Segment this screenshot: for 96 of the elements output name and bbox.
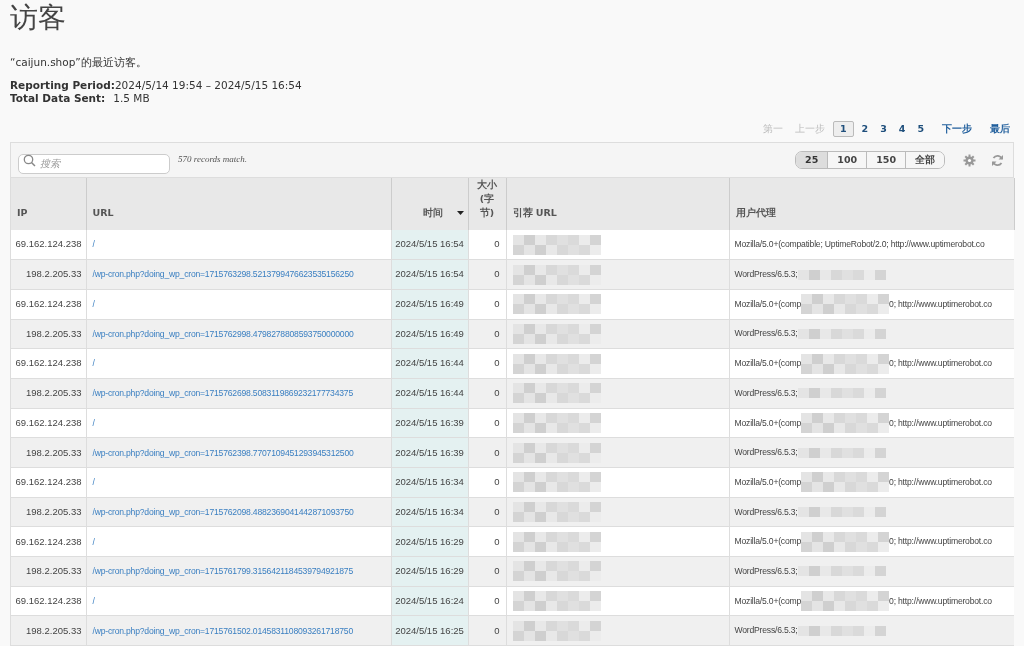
page-subtitle: “caijun.shop”的最近访客。 (10, 56, 147, 68)
visit-time: 2024/5/15 16:54 (395, 268, 464, 280)
visit-time: 2024/5/15 16:24 (395, 594, 464, 606)
url-link[interactable]: /wp-cron.php?doing_wp_cron=1715762398.7707109451293945312500 (92, 447, 354, 458)
visit-time: 2024/5/15 16:49 (395, 327, 464, 339)
url-link[interactable]: / (92, 477, 95, 488)
size-bytes: 0 (494, 535, 500, 547)
user-agent: 0; http://www.uptimerobot.co (889, 416, 992, 430)
ip-address: 69.162.124.238 (15, 298, 82, 310)
size-bytes: 0 (494, 594, 500, 606)
refresh-icon[interactable] (991, 153, 1004, 167)
user-agent: 0; http://www.uptimerobot.co (889, 475, 992, 489)
visit-time: 2024/5/15 16:25 (395, 624, 464, 636)
url-link[interactable]: /wp-cron.php?doing_wp_cron=1715762098.4882369041442871093750 (92, 506, 354, 517)
url-link[interactable]: / (92, 417, 95, 428)
size-bytes: 0 (494, 357, 500, 369)
user-agent: Mozilla/5.0+(comp (734, 357, 802, 371)
pagination-link[interactable]: 最后 (986, 121, 1014, 137)
url-link[interactable]: / (92, 536, 95, 547)
size-bytes: 0 (494, 327, 500, 339)
ip-address: 69.162.124.238 (15, 476, 82, 488)
user-agent: WordPress/6.5.3; (734, 327, 798, 341)
ip-address: 69.162.124.238 (15, 357, 82, 369)
user-agent: WordPress/6.5.3; (734, 386, 798, 400)
user-agent: WordPress/6.5.3; (734, 624, 798, 638)
user-agent: WordPress/6.5.3; (734, 268, 798, 281)
user-agent: Mozilla/5.0+(compatible; UptimeRobot/2.0; http://www.uptimerobot.co (734, 238, 985, 252)
user-agent: Mozilla/5.0+(comp (734, 475, 802, 489)
size-bytes: 0 (494, 268, 500, 280)
user-agent: Mozilla/5.0+(comp (734, 535, 802, 549)
size-bytes: 0 (494, 387, 500, 399)
page-number[interactable]: 3 (876, 121, 891, 137)
ip-address: 198.2.205.33 (26, 624, 82, 636)
user-agent: Mozilla/5.0+(comp (734, 416, 802, 430)
period-value: 2024/5/14 19:54 – 2024/5/15 16:54 (114, 79, 302, 92)
url-link[interactable]: /wp-cron.php?doing_wp_cron=1715761502.0145831108093261718750 (92, 625, 353, 636)
ip-address: 69.162.124.238 (15, 535, 82, 547)
ip-address: 198.2.205.33 (26, 387, 82, 399)
total-label: Total Data Sent: (10, 92, 106, 105)
user-agent: Mozilla/5.0+(comp (734, 594, 802, 608)
user-agent: WordPress/6.5.3; (734, 505, 798, 519)
page-number[interactable]: 5 (913, 121, 928, 137)
size-bytes: 0 (494, 238, 500, 250)
url-link[interactable]: / (92, 595, 95, 606)
ip-address: 198.2.205.33 (26, 446, 82, 458)
visit-time: 2024/5/15 16:29 (395, 535, 464, 547)
ip-address: 198.2.205.33 (26, 268, 82, 280)
size-bytes: 0 (494, 565, 500, 577)
url-link[interactable]: /wp-cron.php?doing_wp_cron=1715762998.4798278808593750000000 (92, 328, 354, 339)
ip-address: 198.2.205.33 (26, 565, 82, 577)
ip-address: 69.162.124.238 (15, 238, 82, 250)
size-bytes: 0 (494, 505, 500, 517)
ip-address: 198.2.205.33 (26, 505, 82, 517)
url-link[interactable]: / (92, 299, 95, 310)
visit-time: 2024/5/15 16:34 (395, 505, 464, 517)
size-bytes: 0 (494, 624, 500, 636)
url-link[interactable]: /wp-cron.php?doing_wp_cron=1715763298.5213799476623535156250 (92, 269, 354, 280)
ip-address: 198.2.205.33 (26, 327, 82, 339)
search-icon (23, 154, 36, 167)
size-bytes: 0 (494, 446, 500, 458)
visit-time: 2024/5/15 16:39 (395, 416, 464, 428)
page-size-button[interactable]: 25 (796, 152, 828, 168)
settings-icon[interactable] (963, 153, 976, 167)
user-agent: WordPress/6.5.3; (734, 564, 798, 578)
ip-address: 69.162.124.238 (15, 416, 82, 428)
user-agent: 0; http://www.uptimerobot.co (889, 297, 992, 311)
visit-time: 2024/5/15 16:44 (395, 387, 464, 399)
user-agent: 0; http://www.uptimerobot.co (889, 535, 992, 549)
visit-time: 2024/5/15 16:49 (395, 298, 464, 310)
url-link[interactable]: / (92, 358, 95, 369)
visit-time: 2024/5/15 16:44 (395, 357, 464, 369)
user-agent: 0; http://www.uptimerobot.co (889, 357, 992, 371)
pagination-link[interactable]: 下一步 (938, 121, 976, 137)
user-agent: WordPress/6.5.3; (734, 446, 798, 460)
period-label: Reporting Period: (10, 79, 115, 92)
size-bytes: 0 (494, 298, 500, 310)
url-link[interactable]: / (92, 239, 95, 250)
page-number[interactable]: 1 (832, 121, 854, 137)
visit-time: 2024/5/15 16:39 (395, 446, 464, 458)
page-size-button[interactable]: 全部 (905, 152, 944, 168)
size-bytes: 0 (494, 476, 500, 488)
visit-time: 2024/5/15 16:54 (395, 238, 464, 250)
url-link[interactable]: /wp-cron.php?doing_wp_cron=1715761799.3156421184539794921875 (92, 566, 353, 577)
search-field[interactable]: 搜索 (18, 153, 170, 174)
match-count: 570 records match. (178, 153, 248, 167)
visit-time: 2024/5/15 16:34 (395, 476, 464, 488)
url-link[interactable]: /wp-cron.php?doing_wp_cron=1715762698.5083119869232177734375 (92, 388, 353, 399)
user-agent: Mozilla/5.0+(comp (734, 297, 802, 311)
size-bytes: 0 (494, 416, 500, 428)
user-agent: 0; http://www.uptimerobot.co (889, 594, 992, 608)
total-value: 1.5 MB (113, 92, 150, 105)
visit-time: 2024/5/15 16:29 (395, 565, 464, 577)
page-title: 访客 (10, 0, 66, 36)
page-number[interactable]: 4 (894, 121, 910, 137)
page-number[interactable]: 2 (857, 121, 873, 137)
ip-address: 69.162.124.238 (15, 594, 82, 606)
